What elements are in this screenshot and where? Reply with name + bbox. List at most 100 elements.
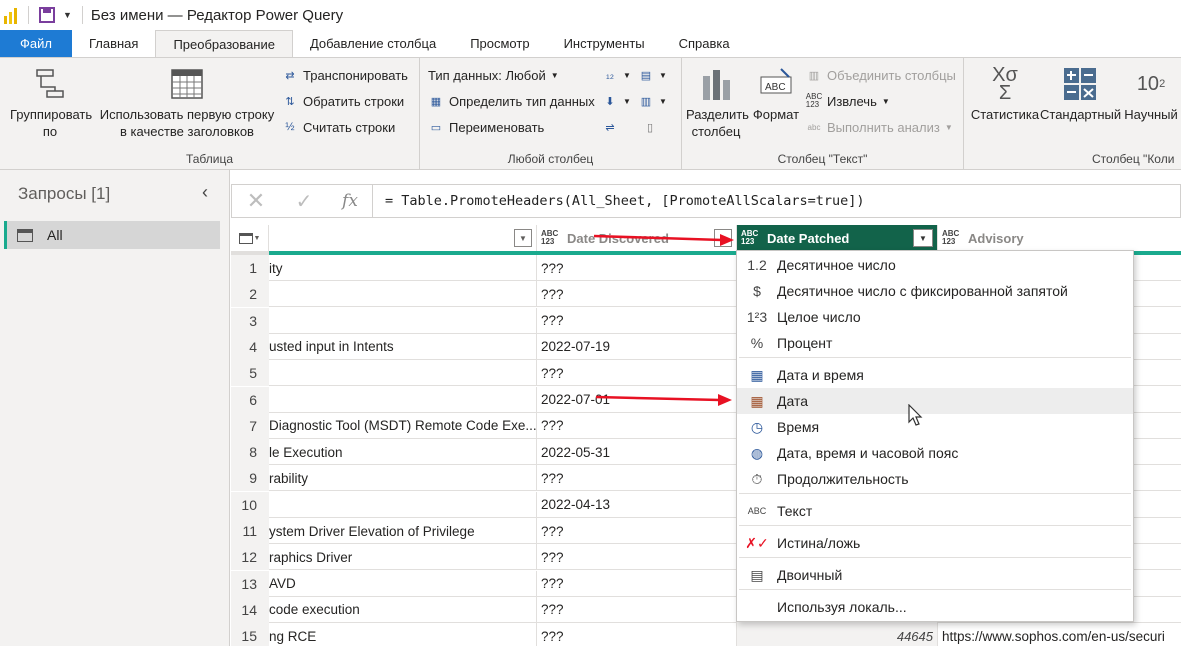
cell-name[interactable]: code execution [269,596,537,623]
table-row[interactable]: 15 ng RCE??? 44645 https://www.sophos.com/e… [231,623,1181,646]
row-number[interactable]: 14 [231,596,269,623]
cell-advisory[interactable]: https://www.sophos.com/en-us/securi [938,623,1181,646]
cell-date-discovered[interactable]: ??? [537,412,737,439]
row-number[interactable]: 1 [231,255,269,281]
standard-button[interactable]: Стандартный [1040,66,1121,123]
use-first-row-button[interactable]: Использовать первую строку в качестве за… [96,66,278,140]
tab-add-column[interactable]: Добавление столбца [293,30,453,57]
fill-button[interactable]: ⬇ ▼ [602,90,631,112]
row-number[interactable]: 11 [231,518,269,544]
cell-date-discovered[interactable]: ??? [537,518,737,544]
menu-item-boolean[interactable]: ✗✓ Истина/ложь [737,530,1133,556]
cell-name[interactable] [269,307,537,334]
cell-date-discovered[interactable]: 2022-07-19 [537,333,737,360]
parse-button[interactable]: abc Выполнить анализ ▼ [806,116,953,138]
formula-input[interactable]: = Table.PromoteHeaders(All_Sheet, [Promo… [385,193,865,209]
convert-list-button[interactable]: ▯ [642,116,658,138]
cell-name[interactable]: usted input in Intents [269,333,537,360]
reverse-rows-button[interactable]: ⇅ Обратить строки [282,90,404,112]
group-by-button[interactable]: Группировать по [4,66,96,140]
cell-name[interactable]: Diagnostic Tool (MSDT) Remote Code Exe..… [269,412,537,439]
cancel-icon[interactable]: ✕ [232,188,280,214]
cell-date-discovered[interactable]: 2022-07-01 [537,386,737,413]
row-number[interactable]: 8 [231,439,269,466]
menu-item-duration[interactable]: ⏱ Продолжительность [737,466,1133,492]
statistics-button[interactable]: Χσ Σ Статистика [968,65,1042,123]
cell-name[interactable]: ity [269,255,537,281]
row-number[interactable]: 6 [231,386,269,413]
unpivot-button[interactable]: ▤ ▼ [638,64,667,86]
cell-name[interactable] [269,281,537,308]
move-button[interactable]: ▥ ▼ [638,90,667,112]
row-number[interactable]: 7 [231,412,269,439]
row-number[interactable]: 2 [231,281,269,308]
column-header-date-patched[interactable]: ABC 123 Date Patched ▼ [737,225,938,251]
query-item-all[interactable]: All [4,221,220,249]
save-icon[interactable] [39,7,55,23]
cell-date-discovered[interactable]: 2022-04-13 [537,491,737,518]
row-number[interactable]: 12 [231,544,269,571]
rename-button[interactable]: ▭ Переименовать [428,116,545,138]
row-number[interactable]: 5 [231,360,269,387]
menu-item-decimal[interactable]: 1.2 Десятичное число [737,252,1133,278]
cell-name[interactable]: ystem Driver Elevation of Privilege [269,518,537,544]
cell-name[interactable]: rability [269,465,537,492]
cell-date-patched[interactable]: 44645 [737,623,938,646]
tab-view[interactable]: Просмотр [453,30,546,57]
collapse-pane-icon[interactable]: ‹ [202,182,208,203]
row-number[interactable]: 3 [231,307,269,334]
cell-name[interactable] [269,360,537,387]
cell-date-discovered[interactable]: ??? [537,255,737,281]
row-number[interactable]: 10 [231,491,269,518]
menu-item-time[interactable]: ◷ Время [737,414,1133,440]
cell-date-discovered[interactable]: ??? [537,307,737,334]
menu-item-date[interactable]: ▦ Дата [737,388,1133,414]
cell-date-discovered[interactable]: ??? [537,596,737,623]
tab-file[interactable]: Файл [0,30,72,57]
menu-item-using-locale[interactable]: Используя локаль... [737,594,1133,620]
cell-date-discovered[interactable]: ??? [537,281,737,308]
menu-item-datetime[interactable]: ▦ Дата и время [737,362,1133,388]
menu-item-percent[interactable]: % Процент [737,330,1133,356]
convert-to-list-button[interactable]: ⇌ [602,116,618,138]
menu-item-text[interactable]: ABC Текст [737,498,1133,524]
split-column-button[interactable]: Разделить столбец [684,66,749,140]
tab-tools[interactable]: Инструменты [547,30,662,57]
cell-date-discovered[interactable]: 2022-05-31 [537,439,737,466]
cell-name[interactable] [269,386,537,413]
quick-access-dropdown-icon[interactable]: ▼ [63,10,72,20]
scientific-button[interactable]: 10 2 Научный [1120,66,1181,123]
data-type-dropdown[interactable]: Тип данных: Любой ▼ [428,64,559,86]
cell-date-discovered[interactable]: ??? [537,570,737,597]
replace-values-button[interactable]: ₁₂ ▼ [602,64,631,86]
tab-transform[interactable]: Преобразование [155,30,293,57]
function-icon[interactable]: fx [328,191,372,211]
cell-date-discovered[interactable]: ??? [537,465,737,492]
cell-name[interactable]: ng RCE [269,623,537,646]
row-number[interactable]: 4 [231,333,269,360]
transpose-button[interactable]: ⇄ Транспонировать [282,64,408,86]
column-filter-icon[interactable]: ▼ [714,229,732,247]
count-rows-button[interactable]: ½ Считать строки [282,116,395,138]
row-number[interactable]: 13 [231,570,269,597]
row-number[interactable]: 9 [231,465,269,492]
cell-name[interactable]: le Execution [269,439,537,466]
menu-item-whole-number[interactable]: 1²3 Целое число [737,304,1133,330]
confirm-icon[interactable]: ✓ [280,189,328,214]
cell-date-discovered[interactable]: ??? [537,623,737,646]
column-filter-icon[interactable]: ▼ [913,229,933,247]
column-header-date-discovered[interactable]: ABC 123 Date Discovered ▼ [537,225,737,251]
row-number[interactable]: 15 [231,623,269,646]
column-header-advisory[interactable]: ABC 123 Advisory [938,225,1181,251]
column-filter-icon[interactable]: ▼ [514,229,532,247]
column-header-name[interactable]: ▼ [269,225,537,251]
cell-date-discovered[interactable]: ??? [537,360,737,387]
menu-item-fixed-decimal[interactable]: $ Десятичное число с фиксированной запято… [737,278,1133,304]
cell-name[interactable]: raphics Driver [269,544,537,571]
extract-button[interactable]: ABC 123 Извлечь ▼ [806,90,890,112]
merge-columns-button[interactable]: ▥ Объединить столбцы [806,64,956,86]
cell-name[interactable] [269,491,537,518]
menu-item-binary[interactable]: ▤ Двоичный [737,562,1133,588]
cell-date-discovered[interactable]: ??? [537,544,737,571]
detect-type-button[interactable]: ▦ Определить тип данных [428,90,595,112]
